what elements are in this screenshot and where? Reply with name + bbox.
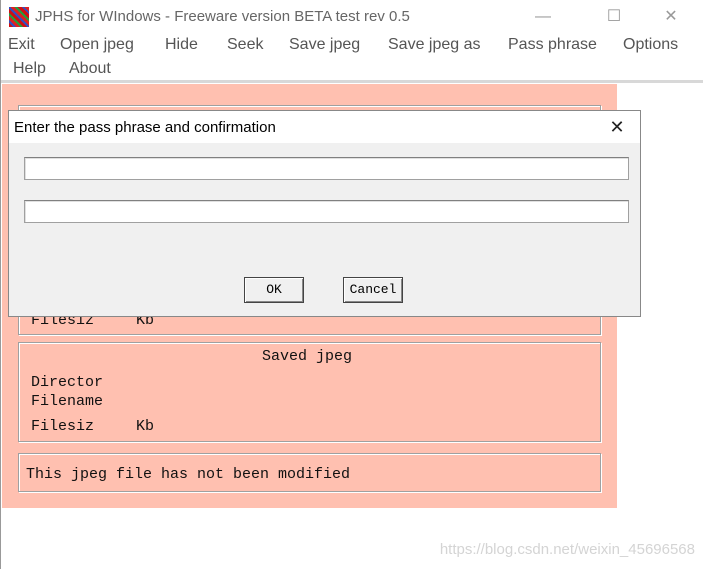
watermark: https://blog.csdn.net/weixin_45696568 — [439, 541, 695, 558]
window-title: JPHS for WIndows - Freeware version BETA… — [35, 8, 410, 25]
menu-save-jpeg-as[interactable]: Save jpeg as — [388, 36, 481, 54]
title-bar: JPHS for WIndows - Freeware version BETA… — [1, 0, 703, 34]
confirmation-input[interactable] — [24, 200, 629, 223]
menu-help[interactable]: Help — [13, 60, 46, 78]
filename-label: Filename — [31, 393, 104, 410]
menu-bar: Exit Open jpeg Hide Seek Save jpeg Save … — [1, 34, 703, 80]
status-text: This jpeg file has not been modified — [26, 466, 351, 483]
saved-jpeg-panel: Saved jpeg Director Filename Filesiz Kb — [18, 342, 601, 442]
close-button[interactable]: ✕ — [648, 4, 694, 30]
pass-phrase-input[interactable] — [24, 157, 629, 180]
menu-seek[interactable]: Seek — [227, 36, 263, 54]
menu-about[interactable]: About — [69, 60, 111, 78]
menu-exit[interactable]: Exit — [8, 36, 35, 54]
directory-label: Director — [31, 374, 104, 391]
menu-hide[interactable]: Hide — [165, 36, 198, 54]
pass-phrase-dialog: Enter the pass phrase and confirmation ✕… — [8, 110, 641, 317]
minimize-button[interactable]: — — [520, 4, 566, 30]
cancel-button[interactable]: Cancel — [343, 277, 403, 303]
menu-options[interactable]: Options — [623, 36, 678, 54]
app-icon — [9, 7, 29, 27]
menu-pass-phrase[interactable]: Pass phrase — [508, 36, 597, 54]
menu-open-jpeg[interactable]: Open jpeg — [60, 36, 134, 54]
dialog-title-bar: Enter the pass phrase and confirmation ✕ — [9, 111, 640, 143]
maximize-button[interactable]: ☐ — [591, 4, 637, 30]
dialog-close-button[interactable]: ✕ — [602, 115, 632, 139]
filesize-label: Filesiz — [31, 418, 95, 435]
filesize-unit: Kb — [136, 418, 155, 435]
dialog-title: Enter the pass phrase and confirmation — [14, 119, 276, 136]
ok-button[interactable]: OK — [244, 277, 304, 303]
menu-save-jpeg[interactable]: Save jpeg — [289, 36, 360, 54]
saved-jpeg-heading: Saved jpeg — [262, 348, 353, 365]
status-panel: This jpeg file has not been modified — [18, 453, 601, 492]
menu-separator — [1, 80, 703, 83]
